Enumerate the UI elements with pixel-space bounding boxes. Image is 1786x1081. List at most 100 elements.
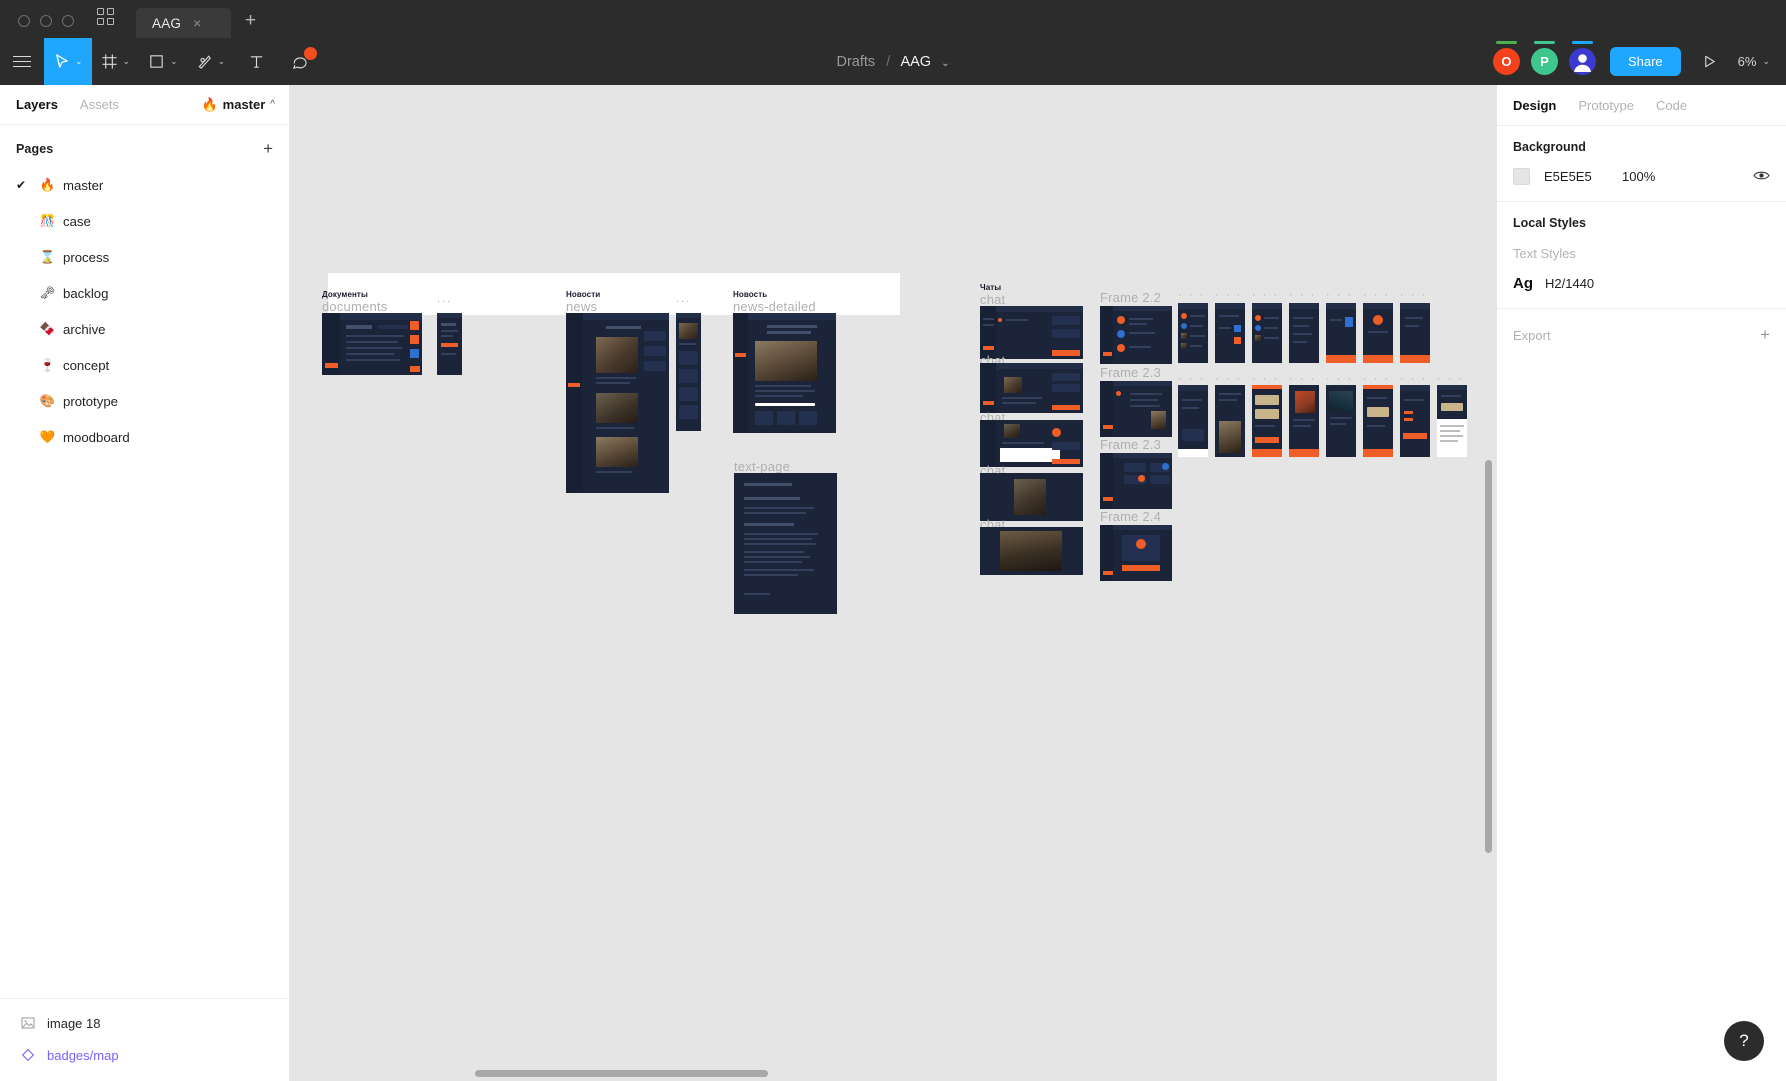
- frame-label-mobile: · · ·: [1363, 289, 1391, 301]
- frame-news-detailed[interactable]: [733, 313, 836, 433]
- page-item-case[interactable]: 🎊 case: [0, 203, 289, 239]
- current-page-chip[interactable]: 🔥 master ^: [201, 97, 275, 113]
- page-label: prototype: [63, 393, 118, 409]
- frame-chat-4[interactable]: [980, 473, 1083, 521]
- mobile-frame-9[interactable]: [1215, 385, 1245, 457]
- mobile-frame-4[interactable]: [1289, 303, 1319, 363]
- comment-tool[interactable]: [278, 38, 322, 85]
- frame-label-mobile: · · ·: [1326, 289, 1354, 301]
- chevron-down-icon[interactable]: ⌄: [75, 57, 83, 66]
- tab-layers[interactable]: Layers: [16, 97, 58, 112]
- frame-tool[interactable]: ⌄: [92, 38, 140, 85]
- text-style-item[interactable]: Ag H2/1440: [1513, 275, 1770, 292]
- canvas[interactable]: Документы documents ... Новости news ...…: [290, 85, 1496, 1081]
- page-item-moodboard[interactable]: 🧡 moodboard: [0, 419, 289, 455]
- page-item-backlog[interactable]: 🗝 backlog: [0, 275, 289, 311]
- frame-documents[interactable]: [322, 313, 422, 375]
- mobile-frame-2[interactable]: [1215, 303, 1245, 363]
- text-tool[interactable]: [234, 38, 278, 85]
- frame-label-mobile: · · ·: [1400, 289, 1428, 301]
- shape-tool[interactable]: ⌄: [139, 38, 187, 85]
- layer-item-badges-map[interactable]: badges/map: [0, 1039, 289, 1071]
- frame-chat-5[interactable]: [980, 527, 1083, 575]
- close-icon[interactable]: ×: [193, 16, 201, 30]
- mobile-frame-1[interactable]: [1178, 303, 1208, 363]
- frame-label-chat-ru: Чаты: [980, 283, 1002, 292]
- color-swatch[interactable]: [1513, 168, 1530, 185]
- mobile-frame-8[interactable]: [1178, 385, 1208, 457]
- canvas-vertical-scrollbar[interactable]: [1485, 460, 1492, 853]
- mobile-frame-5[interactable]: [1326, 303, 1356, 363]
- avatar-p[interactable]: P: [1530, 41, 1558, 75]
- help-button[interactable]: ?: [1724, 1021, 1764, 1061]
- add-page-button[interactable]: +: [263, 139, 273, 159]
- chevron-down-icon[interactable]: ⌄: [170, 57, 178, 66]
- mobile-frame-15[interactable]: [1437, 385, 1467, 457]
- layers-empty-space: [0, 455, 289, 998]
- minimize-window-icon[interactable]: [40, 15, 52, 27]
- add-export-button[interactable]: +: [1760, 325, 1770, 345]
- mobile-frame-13[interactable]: [1363, 385, 1393, 457]
- page-label: master: [63, 177, 104, 193]
- page-item-concept[interactable]: 🍷 concept: [0, 347, 289, 383]
- pen-tool[interactable]: ⌄: [187, 38, 235, 85]
- tab-prototype[interactable]: Prototype: [1578, 98, 1634, 113]
- hamburger-menu-icon[interactable]: [0, 38, 44, 85]
- frame-news[interactable]: [566, 313, 669, 493]
- page-emoji: 🔥: [39, 177, 56, 192]
- component-icon: [20, 1048, 35, 1063]
- frame-2-3b[interactable]: [1100, 453, 1172, 509]
- frame-label-mobile: · · ·: [1252, 289, 1280, 301]
- window-controls[interactable]: [0, 15, 88, 38]
- page-item-prototype[interactable]: 🎨 prototype: [0, 383, 289, 419]
- page-item-process[interactable]: ⌛ process: [0, 239, 289, 275]
- mobile-frame-12[interactable]: [1326, 385, 1356, 457]
- avatar-o[interactable]: O: [1492, 41, 1520, 75]
- mobile-frame-14[interactable]: [1400, 385, 1430, 457]
- page-item-master[interactable]: ✔ 🔥 master: [0, 167, 289, 203]
- local-styles-title: Local Styles: [1513, 216, 1586, 230]
- frame-2-2[interactable]: [1100, 306, 1172, 364]
- frame-news-side[interactable]: [676, 313, 701, 431]
- tab-design[interactable]: Design: [1513, 98, 1556, 113]
- breadcrumb-project[interactable]: Drafts: [836, 54, 875, 70]
- frame-2-3a[interactable]: [1100, 381, 1172, 437]
- eye-icon[interactable]: [1753, 169, 1770, 185]
- present-button[interactable]: [1692, 54, 1727, 69]
- layer-item-image-18[interactable]: image 18: [0, 1007, 289, 1039]
- file-tab-aag[interactable]: AAG ×: [136, 8, 231, 38]
- mobile-frame-7[interactable]: [1400, 303, 1430, 363]
- chevron-up-icon[interactable]: ^: [270, 99, 275, 110]
- mobile-frame-11[interactable]: [1289, 385, 1319, 457]
- frame-label-frame-2-3b: Frame 2.3: [1100, 437, 1162, 452]
- move-tool[interactable]: ⌄: [44, 38, 92, 85]
- frame-documents-side[interactable]: [437, 313, 462, 375]
- zoom-control[interactable]: 6% ⌄: [1738, 54, 1776, 69]
- chevron-down-icon[interactable]: ⌄: [1762, 57, 1770, 66]
- chevron-down-icon[interactable]: ⌄: [218, 57, 226, 66]
- mobile-frame-3[interactable]: [1252, 303, 1282, 363]
- background-hex-value[interactable]: E5E5E5: [1544, 169, 1622, 184]
- frame-2-4[interactable]: [1100, 525, 1172, 581]
- frame-label-mobile: · · ·: [1289, 373, 1317, 385]
- frame-chat-2[interactable]: [980, 363, 1083, 413]
- tab-code[interactable]: Code: [1656, 98, 1687, 113]
- grid-icon[interactable]: [88, 0, 122, 38]
- new-tab-button[interactable]: +: [231, 10, 268, 38]
- canvas-horizontal-scrollbar[interactable]: [475, 1070, 768, 1077]
- chevron-down-icon[interactable]: ⌄: [123, 57, 131, 66]
- page-item-archive[interactable]: 🍫 archive: [0, 311, 289, 347]
- frame-text-page[interactable]: [734, 473, 837, 614]
- share-button[interactable]: Share: [1609, 47, 1681, 76]
- frame-chat[interactable]: [980, 306, 1083, 359]
- close-window-icon[interactable]: [18, 15, 30, 27]
- breadcrumb-file[interactable]: AAG: [900, 54, 931, 70]
- tab-assets[interactable]: Assets: [80, 97, 119, 112]
- mobile-frame-6[interactable]: [1363, 303, 1393, 363]
- background-opacity-value[interactable]: 100%: [1622, 169, 1682, 184]
- chevron-down-icon[interactable]: ⌄: [941, 58, 949, 69]
- mobile-frame-10[interactable]: [1252, 385, 1282, 457]
- frame-chat-3[interactable]: [980, 420, 1083, 467]
- avatar-current-user[interactable]: [1568, 41, 1596, 75]
- maximize-window-icon[interactable]: [62, 15, 74, 27]
